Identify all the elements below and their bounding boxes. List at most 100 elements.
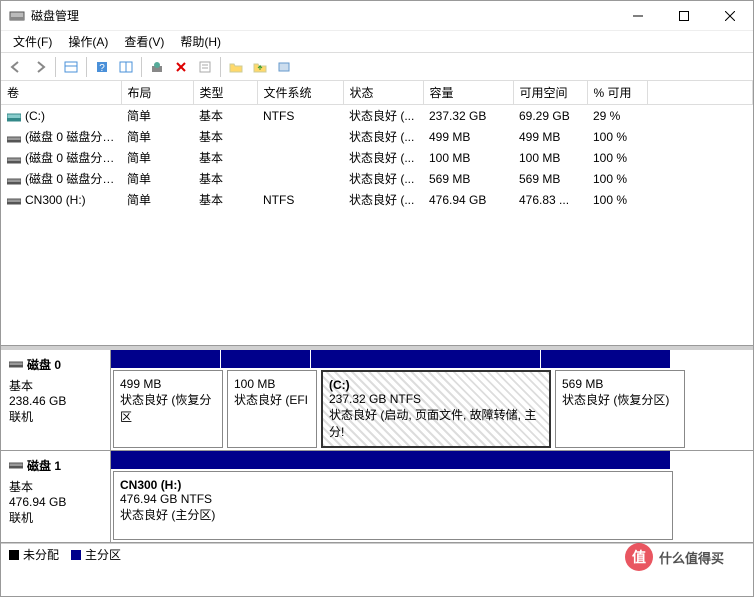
partition-status: 状态良好 (启动, 页面文件, 故障转储, 主分! [329,406,543,440]
cell-fs: NTFS [257,189,343,210]
close-button[interactable] [707,1,753,31]
legend-primary: 主分区 [85,546,121,563]
disk-type: 基本 [9,377,102,394]
cell-capacity: 476.94 GB [423,189,513,210]
col-fs[interactable]: 文件系统 [257,81,343,105]
folder-icon[interactable] [225,56,247,78]
cell-capacity: 100 MB [423,147,513,168]
disk-status: 联机 [9,408,102,425]
titlebar: 磁盘管理 [1,1,753,31]
menu-file[interactable]: 文件(F) [5,31,60,52]
cell-free: 100 MB [513,147,587,168]
cell-fs [257,147,343,168]
legend: 未分配 主分区 [1,543,753,565]
cell-free: 569 MB [513,168,587,189]
legend-primary-swatch [71,550,81,560]
cell-status: 状态良好 (... [343,189,423,210]
volume-row[interactable]: (磁盘 0 磁盘分区 1)简单基本状态良好 (...499 MB499 MB10… [1,126,753,147]
drive-icon [7,111,21,121]
partition-block[interactable]: (C:)237.32 GB NTFS状态良好 (启动, 页面文件, 故障转储, … [321,370,551,448]
view-detail-icon[interactable] [115,56,137,78]
partition-status: 状态良好 (恢复分区 [120,391,216,425]
menu-help[interactable]: 帮助(H) [172,31,229,52]
menu-view[interactable]: 查看(V) [116,31,172,52]
minimize-button[interactable] [615,1,661,31]
disk-info: 磁盘 0基本238.46 GB联机 [1,350,111,450]
cell-free: 69.29 GB [513,105,587,127]
disk-size: 476.94 GB [9,495,102,509]
drive-icon [7,154,21,164]
col-type[interactable]: 类型 [193,81,257,105]
partition-block[interactable]: 100 MB状态良好 (EFI [227,370,317,448]
cell-free: 476.83 ... [513,189,587,210]
cell-status: 状态良好 (... [343,126,423,147]
cell-layout: 简单 [121,168,193,189]
app-icon [9,8,25,24]
cell-status: 状态良好 (... [343,105,423,127]
refresh-icon[interactable] [146,56,168,78]
col-volume[interactable]: 卷 [1,81,121,105]
volume-name: (C:) [25,109,45,123]
window-title: 磁盘管理 [31,7,615,24]
legend-unallocated: 未分配 [23,546,59,563]
cell-type: 基本 [193,147,257,168]
disk-type: 基本 [9,478,102,495]
view-list-icon[interactable] [60,56,82,78]
volume-row[interactable]: (C:)简单基本NTFS状态良好 (...237.32 GB69.29 GB29… [1,105,753,127]
partition-block[interactable]: 569 MB状态良好 (恢复分区) [555,370,685,448]
cell-status: 状态良好 (... [343,147,423,168]
volume-name: (磁盘 0 磁盘分区 1) [25,130,121,144]
cell-layout: 简单 [121,105,193,127]
cell-free: 499 MB [513,126,587,147]
col-capacity[interactable]: 容量 [423,81,513,105]
cell-pct: 100 % [587,147,647,168]
disk-status: 联机 [9,509,102,526]
menubar: 文件(F) 操作(A) 查看(V) 帮助(H) [1,31,753,53]
disk-row: 磁盘 1 基本476.94 GB联机 CN300 (H:)476.94 GB NTF… [1,451,753,543]
col-layout[interactable]: 布局 [121,81,193,105]
cell-status: 状态良好 (... [343,168,423,189]
partition-status: 状态良好 (主分区) [120,506,666,523]
partition-status: 状态良好 (EFI [234,391,310,408]
volume-row[interactable]: CN300 (H:)简单基本NTFS状态良好 (...476.94 GB476.… [1,189,753,210]
legend-unallocated-swatch [9,550,19,560]
partition-size: 100 MB [234,377,310,391]
partition-size: 237.32 GB NTFS [329,392,543,406]
menu-action[interactable]: 操作(A) [60,31,116,52]
back-button[interactable] [5,56,27,78]
col-status[interactable]: 状态 [343,81,423,105]
cell-capacity: 237.32 GB [423,105,513,127]
disk-label: 磁盘 1 [27,457,61,474]
cell-pct: 100 % [587,126,647,147]
folder-up-icon[interactable] [249,56,271,78]
volume-list[interactable]: 卷 布局 类型 文件系统 状态 容量 可用空间 % 可用 (C:)简单基本NTF… [1,81,753,346]
volume-name: (磁盘 0 磁盘分区 5) [25,172,121,186]
properties-icon[interactable] [194,56,216,78]
maximize-button[interactable] [661,1,707,31]
help-icon[interactable]: ? [91,56,113,78]
partition-size: 499 MB [120,377,216,391]
cell-capacity: 499 MB [423,126,513,147]
volume-row[interactable]: (磁盘 0 磁盘分区 2)简单基本状态良好 (...100 MB100 MB10… [1,147,753,168]
settings-icon[interactable] [273,56,295,78]
partition-title: (C:) [329,378,350,392]
col-pct[interactable]: % 可用 [587,81,647,105]
partition-size: 569 MB [562,377,678,391]
cell-type: 基本 [193,168,257,189]
toolbar: ? [1,53,753,81]
forward-button[interactable] [29,56,51,78]
cell-type: 基本 [193,189,257,210]
col-free[interactable]: 可用空间 [513,81,587,105]
volume-row[interactable]: (磁盘 0 磁盘分区 5)简单基本状态良好 (...569 MB569 MB10… [1,168,753,189]
partition-block[interactable]: 499 MB状态良好 (恢复分区 [113,370,223,448]
drive-icon [7,133,21,143]
cell-layout: 简单 [121,189,193,210]
disk-row: 磁盘 0基本238.46 GB联机499 MB状态良好 (恢复分区100 MB状… [1,350,753,451]
partition-block[interactable]: CN300 (H:)476.94 GB NTFS状态良好 (主分区) [113,471,673,540]
drive-icon [7,175,21,185]
disk-label: 磁盘 0 [27,356,61,373]
cell-layout: 简单 [121,126,193,147]
disk-info: 磁盘 1 基本476.94 GB联机 [1,451,111,542]
delete-icon[interactable] [170,56,192,78]
cell-fs [257,126,343,147]
